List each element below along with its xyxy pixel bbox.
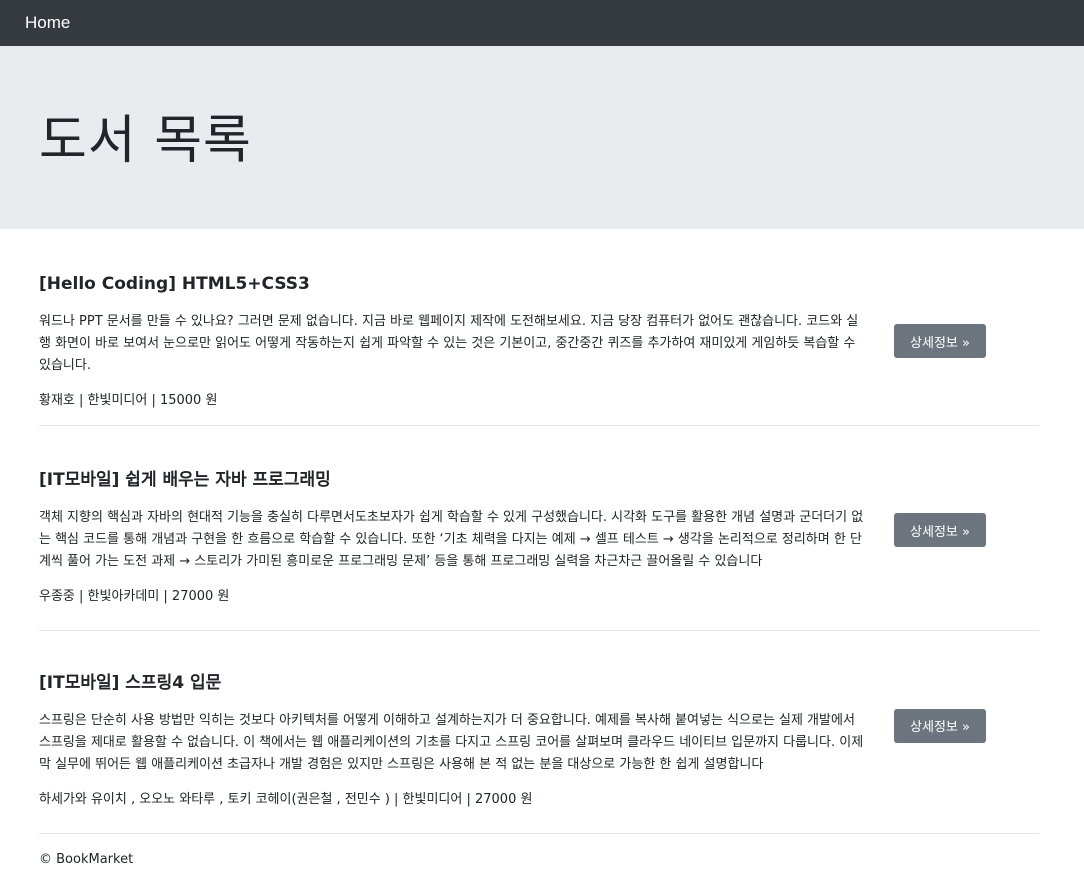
book-description: 워드나 PPT 문서를 만들 수 있나요? 그러면 문제 없습니다. 지금 바로… xyxy=(39,313,859,373)
jumbotron: 도서 목록 xyxy=(0,46,1084,229)
book-title: [IT모바일] 스프링4 입문 xyxy=(39,672,222,693)
book-meta: 황재호 | 한빛미디어 | 15000 원 xyxy=(39,392,218,408)
page-title: 도서 목록 xyxy=(39,111,252,171)
book-description: 스프링은 단순히 사용 방법만 익히는 것보다 아키텍처를 어떻게 이해하고 설… xyxy=(39,712,864,772)
book-item: [IT모바일] 쉽게 배우는 자바 프로그래밍 객체 지향의 핵심과 자바의 현… xyxy=(39,426,1039,631)
book-meta: 우종중 | 한빛아카데미 | 27000 원 xyxy=(39,589,230,604)
book-list: [Hello Coding] HTML5+CSS3 워드나 PPT 문서를 만들… xyxy=(39,229,1039,867)
book-info: [IT모바일] 쉽게 배우는 자바 프로그래밍 객체 지향의 핵심과 자바의 현… xyxy=(39,465,867,608)
footer: © BookMarket xyxy=(39,834,1039,867)
detail-button[interactable]: 상세정보 » xyxy=(894,324,986,358)
detail-button[interactable]: 상세정보 » xyxy=(894,513,986,547)
book-description: 객체 지향의 핵심과 자바의 현대적 기능을 충실히 다루면서도초보자가 쉽게 … xyxy=(39,510,864,569)
book-title: [IT모바일] 쉽게 배우는 자바 프로그래밍 xyxy=(39,470,331,490)
book-action: 상세정보 » xyxy=(894,324,986,358)
book-action: 상세정보 » xyxy=(894,708,986,743)
book-title: [Hello Coding] HTML5+CSS3 xyxy=(39,273,310,294)
detail-button[interactable]: 상세정보 » xyxy=(894,708,986,743)
book-info: [Hello Coding] HTML5+CSS3 워드나 PPT 문서를 만들… xyxy=(39,274,867,412)
footer-copyright: © BookMarket xyxy=(39,852,134,867)
book-info: [IT모바일] 스프링4 입문 스프링은 단순히 사용 방법만 익히는 것보다 … xyxy=(39,668,867,811)
navbar: Home xyxy=(0,0,1084,46)
book-action: 상세정보 » xyxy=(894,513,986,547)
home-link[interactable]: Home xyxy=(25,13,70,33)
book-item: [IT모바일] 스프링4 입문 스프링은 단순히 사용 방법만 익히는 것보다 … xyxy=(39,631,1039,834)
book-item: [Hello Coding] HTML5+CSS3 워드나 PPT 문서를 만들… xyxy=(39,229,1039,426)
book-meta: 하세가와 유이치 , 오오노 와타루 , 토키 코헤이(권은철 , 전민수 ) … xyxy=(39,791,533,807)
